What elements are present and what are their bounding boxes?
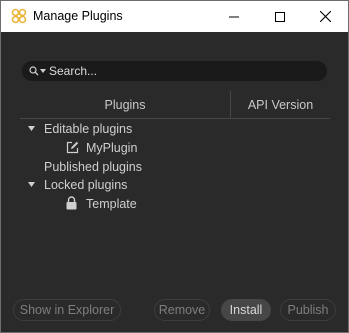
remove-button[interactable]: Remove: [154, 299, 210, 321]
minimize-button[interactable]: [211, 1, 257, 32]
tree-group-label: Editable plugins: [44, 122, 133, 136]
expand-arrow-icon[interactable]: [28, 126, 35, 131]
publish-button[interactable]: Publish: [280, 299, 336, 321]
column-header-api-version[interactable]: API Version: [231, 91, 330, 118]
maximize-icon: [275, 11, 285, 22]
show-in-explorer-button[interactable]: Show in Explorer: [13, 299, 121, 321]
tree-group-published-plugins[interactable]: Published plugins: [25, 158, 225, 176]
title-bar: Manage Plugins: [1, 1, 348, 32]
install-button[interactable]: Install: [221, 299, 271, 321]
tree-group-label: Locked plugins: [44, 178, 128, 192]
manage-plugins-window: Manage Plugins Search... Plugins API Ver…: [0, 0, 349, 333]
tree-group-editable-plugins[interactable]: Editable plugins: [25, 120, 225, 138]
close-button[interactable]: [302, 1, 348, 32]
minimize-icon: [229, 16, 239, 17]
column-header-plugins-label: Plugins: [104, 97, 146, 112]
lock-icon: [66, 196, 77, 210]
plugins-table-header: Plugins API Version: [20, 91, 330, 119]
close-icon: [319, 11, 331, 22]
column-header-plugins[interactable]: Plugins: [20, 91, 230, 118]
edit-icon: [66, 141, 79, 154]
expand-arrow-icon[interactable]: [28, 182, 35, 187]
tree-group-locked-plugins[interactable]: Locked plugins: [25, 176, 225, 194]
maximize-button[interactable]: [257, 1, 303, 32]
search-options-dropdown-icon[interactable]: [40, 69, 46, 73]
search-icon: [29, 66, 39, 76]
tree-item-label: MyPlugin: [86, 141, 138, 155]
tree-item-template[interactable]: Template: [63, 195, 223, 213]
tree-group-label: Published plugins: [44, 160, 142, 174]
tree-item-label: Template: [86, 197, 137, 211]
app-logo-icon: [11, 8, 27, 24]
tree-item-myplugin[interactable]: MyPlugin: [63, 139, 223, 157]
search-box[interactable]: [22, 61, 327, 81]
window-title: Manage Plugins: [33, 9, 123, 23]
search-input[interactable]: [49, 63, 319, 79]
column-header-api-version-label: API Version: [247, 97, 314, 112]
